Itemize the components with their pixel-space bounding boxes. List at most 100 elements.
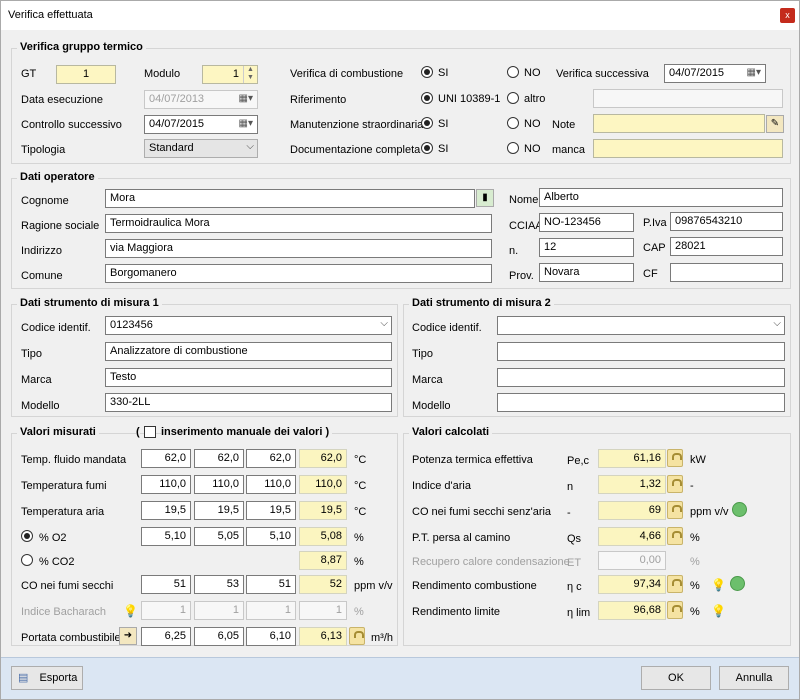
unit-label: ppm v/v (690, 506, 729, 518)
calendar-icon[interactable]: ▦▾ (239, 93, 253, 104)
tipo-field-2[interactable] (497, 342, 785, 361)
esporta-button[interactable]: ▤ Esporta (11, 666, 83, 690)
note-field[interactable] (593, 114, 765, 133)
lock-icon[interactable] (667, 601, 683, 619)
misura-2-field[interactable]: 19,5 (194, 501, 244, 520)
modello-field-2[interactable] (497, 393, 785, 412)
misura-1-field[interactable]: 5,10 (141, 527, 191, 546)
riferimento-label: Riferimento (290, 94, 347, 106)
misura-3-field[interactable]: 1 (246, 601, 296, 620)
altro-radio[interactable] (507, 92, 519, 104)
misura-2-field[interactable]: 110,0 (194, 475, 244, 494)
manca-field[interactable] (593, 139, 783, 158)
uni-radio[interactable] (421, 92, 433, 104)
manutenzione-no-radio[interactable] (507, 117, 519, 129)
documentazione-si-radio[interactable] (421, 142, 433, 154)
controllo-field[interactable]: 04/07/2015 ▦▾ (144, 115, 258, 134)
misura-3-field[interactable]: 62,0 (246, 449, 296, 468)
verifica-combustione-label: Verifica di combustione (290, 68, 404, 80)
misura-2-field[interactable]: 5,05 (194, 527, 244, 546)
misura-1-field[interactable]: 19,5 (141, 501, 191, 520)
misura-3-field[interactable]: 110,0 (246, 475, 296, 494)
cognome-field[interactable]: Mora (105, 189, 475, 208)
misurato-label: CO nei fumi secchi (21, 580, 114, 592)
comune-field[interactable]: Borgomanero (105, 264, 492, 283)
misura-3-field[interactable]: 51 (246, 575, 296, 594)
verifica-successiva-field[interactable]: 04/07/2015 ▦▾ (664, 64, 766, 83)
co2-radio[interactable] (21, 554, 33, 566)
tipologia-select[interactable]: Standard ⌵ (144, 139, 258, 158)
no-label: NO (524, 118, 541, 130)
manutenzione-si-radio[interactable] (421, 117, 433, 129)
cap-field[interactable]: 28021 (670, 237, 783, 256)
annulla-button[interactable]: Annulla (719, 666, 789, 690)
misura-3-field[interactable]: 19,5 (246, 501, 296, 520)
misura-2-field[interactable]: 53 (194, 575, 244, 594)
cap-label: CAP (643, 242, 666, 254)
verifica-si-radio[interactable] (421, 66, 433, 78)
lock-icon[interactable] (667, 475, 683, 493)
nome-label: Nome (509, 194, 539, 206)
manual-input-label: inserimento manuale dei valori ) (161, 426, 333, 438)
spin-arrows-icon[interactable]: ▲ ▼ (243, 66, 257, 83)
ragione-sociale-field[interactable]: Termoidraulica Mora (105, 214, 492, 233)
group-title: Dati strumento di misura 1 (17, 297, 162, 309)
bulb-icon[interactable]: 💡 (711, 604, 726, 618)
close-button[interactable]: x (780, 8, 795, 23)
misura-2-field[interactable]: 1 (194, 601, 244, 620)
manual-input-checkbox[interactable] (144, 426, 156, 438)
tipo-field-1[interactable]: Analizzatore di combustione (105, 342, 392, 361)
codice-select-1[interactable]: 0123456 ⌵ (105, 316, 392, 335)
ok-button[interactable]: OK (641, 666, 711, 690)
title-bar: Verifica effettuata x (1, 1, 799, 30)
documentazione-no-radio[interactable] (507, 142, 519, 154)
lock-icon[interactable] (667, 527, 683, 545)
marca-field-1[interactable]: Testo (105, 368, 392, 387)
altro-field[interactable] (593, 89, 783, 108)
unit-label: % (690, 556, 700, 568)
cf-field[interactable] (670, 263, 783, 282)
prov-label: Prov. (509, 270, 534, 282)
lock-icon[interactable] (667, 575, 683, 593)
prov-field[interactable]: Novara (539, 263, 634, 282)
misura-1-field[interactable]: 1 (141, 601, 191, 620)
lock-icon[interactable] (349, 627, 365, 645)
lock-icon[interactable] (667, 501, 683, 519)
data-esecuzione-field[interactable]: 04/07/2013 ▦▾ (144, 90, 258, 109)
search-operator-icon[interactable]: ▮ (476, 189, 494, 207)
modulo-stepper[interactable]: 1 ▲ ▼ (202, 65, 258, 84)
gt-field[interactable]: 1 (56, 65, 116, 84)
piva-label: P.Iva (643, 217, 667, 229)
note-edit-icon[interactable]: ✎ (766, 115, 784, 133)
marca-field-2[interactable] (497, 368, 785, 387)
misura-1-field[interactable]: 51 (141, 575, 191, 594)
codice-select-2[interactable]: ⌵ (497, 316, 785, 335)
calendar-icon[interactable]: ▦▾ (747, 67, 761, 78)
misura-1-field[interactable]: 110,0 (141, 475, 191, 494)
o2-radio[interactable] (21, 530, 33, 542)
misura-2-field[interactable]: 6,05 (194, 627, 244, 646)
n-field[interactable]: 12 (539, 238, 634, 257)
bulb-icon[interactable]: 💡 (711, 578, 726, 592)
no-label: NO (524, 143, 541, 155)
misura-3-field[interactable]: 6,10 (246, 627, 296, 646)
calcolato-label: P.T. persa al camino (412, 532, 511, 544)
misura-3-field[interactable]: 5,10 (246, 527, 296, 546)
media-field: 1 (299, 601, 347, 620)
misura-2-field[interactable]: 62,0 (194, 449, 244, 468)
group-title: Valori misurati (17, 426, 99, 438)
indirizzo-field[interactable]: via Maggiora (105, 239, 492, 258)
uni-label: UNI 10389-1 (438, 93, 501, 105)
media-field: 6,13 (299, 627, 347, 646)
bulb-icon[interactable]: 💡 (123, 604, 138, 618)
piva-field[interactable]: 09876543210 (670, 212, 783, 231)
calendar-icon[interactable]: ▦▾ (239, 118, 253, 129)
verifica-no-radio[interactable] (507, 66, 519, 78)
modello-field-1[interactable]: 330-2LL (105, 393, 392, 412)
lock-icon[interactable] (667, 449, 683, 467)
misura-1-field[interactable]: 6,25 (141, 627, 191, 646)
misura-1-field[interactable]: 62,0 (141, 449, 191, 468)
cciaa-field[interactable]: NO-123456 (539, 213, 634, 232)
portata-calc-icon[interactable]: ➜ (119, 627, 137, 645)
nome-field[interactable]: Alberto (539, 188, 783, 207)
